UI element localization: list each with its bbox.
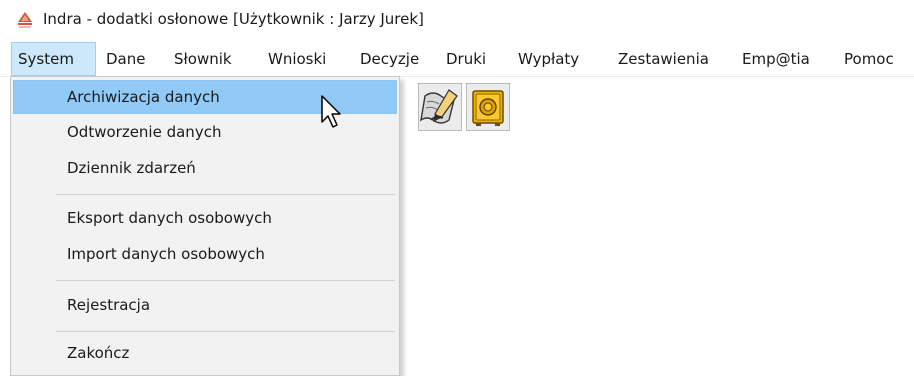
- safe-icon: [472, 90, 504, 126]
- menu-wyplaty[interactable]: Wypłaty: [512, 42, 585, 76]
- menu-bar: System Dane Słownik Wnioski Decyzje Druk…: [0, 42, 914, 77]
- toolbar-safe-button[interactable]: [466, 83, 510, 131]
- menu-system[interactable]: System: [11, 42, 96, 76]
- menu-item-rejestracja[interactable]: Rejestracja: [13, 288, 397, 322]
- menu-slownik[interactable]: Słownik: [168, 42, 238, 76]
- menu-wnioski[interactable]: Wnioski: [262, 42, 332, 76]
- menu-zestawienia[interactable]: Zestawienia: [612, 42, 715, 76]
- mouse-cursor-icon: [321, 95, 341, 128]
- menu-druki[interactable]: Druki: [440, 42, 492, 76]
- menu-item-eksport[interactable]: Eksport danych osobowych: [13, 201, 397, 235]
- app-logo-icon: [18, 12, 32, 28]
- menu-pomoc[interactable]: Pomoc: [838, 42, 900, 76]
- menu-dane[interactable]: Dane: [100, 42, 151, 76]
- toolbar-sign-button[interactable]: [418, 83, 462, 131]
- menu-item-dziennik[interactable]: Dziennik zdarzeń: [13, 151, 397, 185]
- menu-separator: [56, 280, 395, 281]
- menu-separator: [56, 331, 395, 332]
- window-title: Indra - dodatki osłonowe [Użytkownik : J…: [43, 10, 424, 28]
- title-bar: Indra - dodatki osłonowe [Użytkownik : J…: [0, 0, 914, 40]
- menu-item-import[interactable]: Import danych osobowych: [13, 237, 397, 271]
- menu-separator: [56, 194, 395, 195]
- menu-decyzje[interactable]: Decyzje: [354, 42, 425, 76]
- sign-document-icon: [420, 89, 458, 124]
- menu-item-zakoncz[interactable]: Zakończ: [13, 336, 397, 370]
- menu-empatia[interactable]: Emp@tia: [736, 42, 816, 76]
